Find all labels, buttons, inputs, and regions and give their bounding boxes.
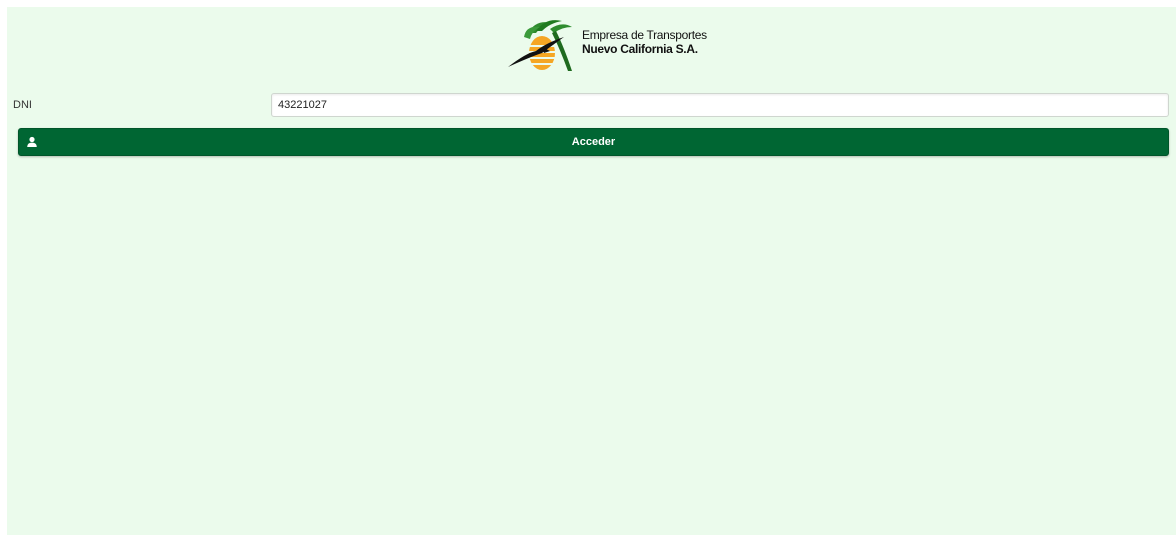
dni-label: DNI [13,99,32,111]
dni-row: DNI [7,93,1176,119]
acceder-button-label: Acceder [571,136,616,148]
login-panel: Empresa de Transportes Nuevo California … [7,7,1176,535]
company-name: Empresa de Transportes Nuevo California … [582,28,707,56]
company-name-line2: Nuevo California S.A. [582,42,698,56]
dni-input[interactable] [271,93,1169,117]
company-logo [508,20,572,71]
header: Empresa de Transportes Nuevo California … [7,7,1176,87]
acceder-button[interactable]: Acceder [18,128,1169,156]
company-name-line1: Empresa de Transportes [582,28,707,42]
